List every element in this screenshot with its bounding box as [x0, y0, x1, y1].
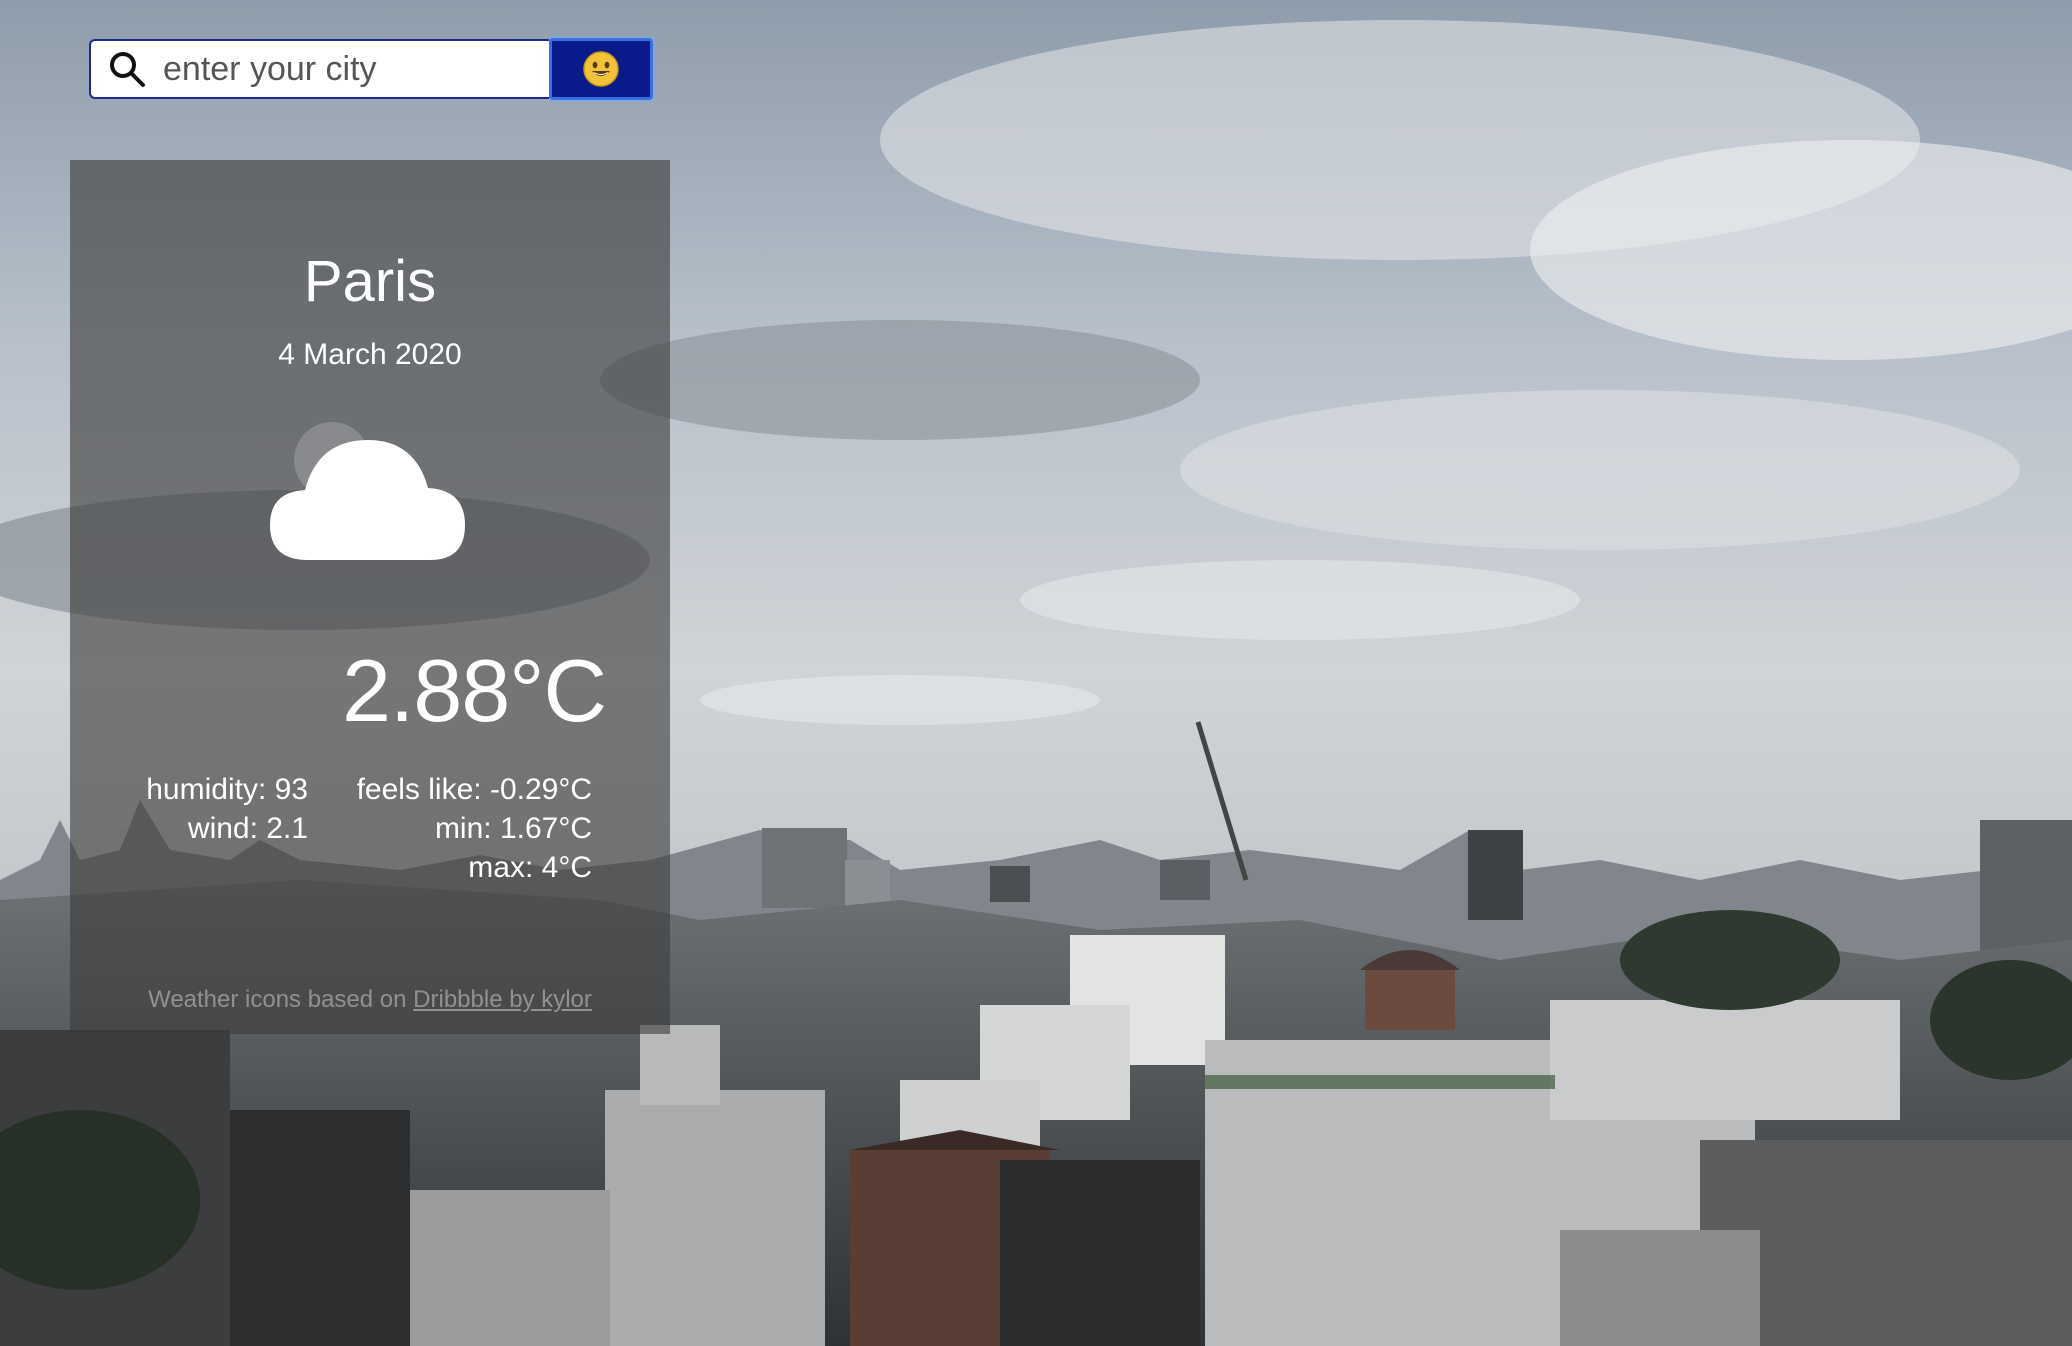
stats-right-column: feels like: -0.29°C min: 1.67°C max: 4°C [320, 770, 592, 887]
city-name: Paris [303, 249, 437, 314]
min-temperature: min: 1.67°C [434, 812, 592, 845]
wind: wind: 2.1 [187, 812, 308, 845]
search-button[interactable] [549, 38, 653, 100]
smiley-face-icon [583, 51, 619, 87]
app-background: Paris 4 March 2020 2.88°C humidity: 93 w… [0, 0, 2072, 1346]
temperature: 2.88°C [341, 641, 607, 740]
search-field[interactable] [89, 39, 549, 99]
search-bar [89, 38, 657, 101]
date-text: 4 March 2020 [278, 338, 462, 371]
credit-link[interactable]: Dribbble by kylor [413, 986, 592, 1013]
cloud-icon [270, 422, 465, 560]
feels-like: feels like: -0.29°C [356, 773, 592, 806]
humidity: humidity: 93 [146, 773, 308, 806]
max-temperature: max: 4°C [468, 851, 592, 884]
icon-credit: Weather icons based on Dribbble by kylor [70, 986, 670, 1014]
weather-card: Paris 4 March 2020 2.88°C humidity: 93 w… [70, 160, 670, 1034]
search-icon [105, 47, 149, 91]
search-input[interactable] [163, 49, 523, 89]
stats-left-column: humidity: 93 wind: 2.1 [70, 770, 308, 848]
credit-text: Weather icons based on [148, 986, 414, 1013]
